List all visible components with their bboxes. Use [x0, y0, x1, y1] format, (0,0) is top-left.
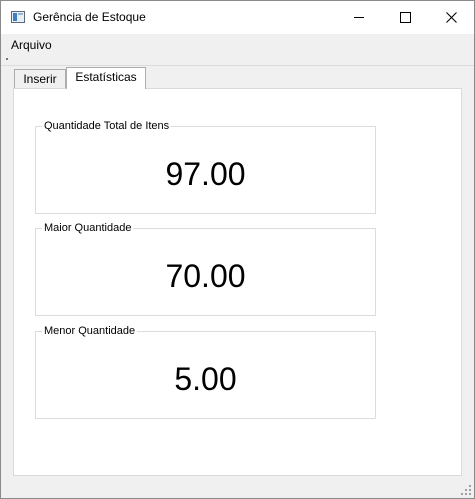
- total-quantity-group: Quantidade Total de Itens 97.00: [35, 120, 376, 214]
- toolbar-area: [1, 57, 474, 66]
- tab-estatisticas[interactable]: Estatísticas: [66, 67, 146, 89]
- max-quantity-value: 70.00: [165, 258, 246, 294]
- main-window: Gerência de Estoque Arquivo Inserir Esta…: [0, 0, 475, 499]
- resize-grip-icon[interactable]: [461, 485, 471, 495]
- minimize-button[interactable]: [336, 1, 382, 34]
- min-quantity-label: Menor Quantidade: [42, 325, 138, 337]
- maximize-button[interactable]: [382, 1, 428, 34]
- maximize-icon: [399, 12, 411, 23]
- min-quantity-group: Menor Quantidade 5.00: [35, 325, 376, 419]
- statistics-panel: Quantidade Total de Itens 97.00 Maior Qu…: [13, 88, 462, 476]
- minimize-icon: [354, 17, 364, 18]
- min-quantity-value: 5.00: [174, 361, 237, 397]
- tab-inserir[interactable]: Inserir: [14, 69, 66, 88]
- title-bar[interactable]: Gerência de Estoque: [1, 1, 474, 34]
- window-title: Gerência de Estoque: [33, 10, 146, 24]
- close-button[interactable]: [428, 1, 474, 34]
- close-icon: [445, 12, 457, 23]
- total-quantity-value: 97.00: [165, 156, 246, 192]
- menu-bar: Arquivo: [1, 34, 474, 54]
- app-window-icon: [11, 11, 25, 23]
- total-quantity-label: Quantidade Total de Itens: [42, 120, 172, 132]
- max-quantity-group: Maior Quantidade 70.00: [35, 222, 376, 316]
- max-quantity-label: Maior Quantidade: [42, 222, 134, 234]
- menu-arquivo[interactable]: Arquivo: [5, 36, 58, 54]
- toolbar-grip-icon[interactable]: [6, 58, 8, 60]
